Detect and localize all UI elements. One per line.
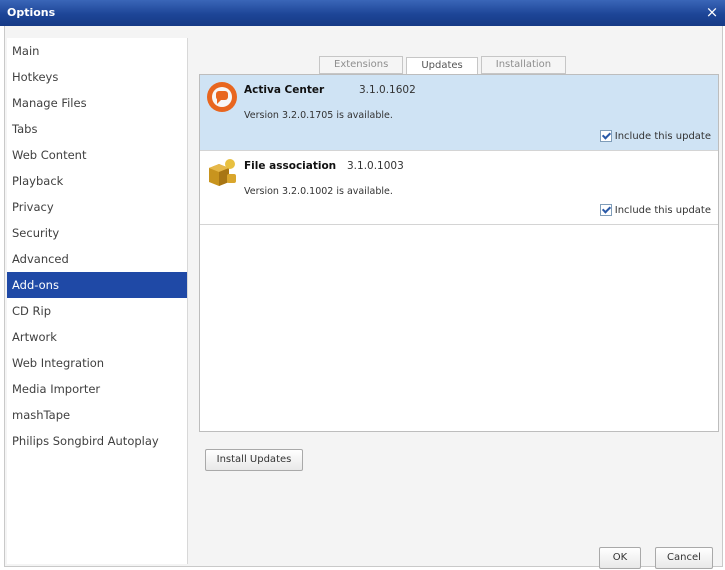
checkbox-checked-icon[interactable] — [599, 130, 612, 142]
cancel-button[interactable]: Cancel — [655, 547, 713, 569]
tab-installation[interactable]: Installation — [480, 56, 567, 74]
update-current-version: 3.1.0.1602 — [359, 84, 416, 96]
update-name: Activa Center — [244, 84, 325, 96]
sidebar-item-cd-rip[interactable]: CD Rip — [7, 298, 187, 324]
include-update-checkbox[interactable]: Include this update — [599, 130, 711, 142]
update-item-activa-center[interactable]: Activa Center 3.1.0.1602 Version 3.2.0.1… — [200, 75, 718, 151]
activa-center-icon — [205, 80, 239, 114]
sidebar-item-advanced[interactable]: Advanced — [7, 246, 187, 272]
update-current-version: 3.1.0.1003 — [347, 160, 404, 172]
file-association-icon — [205, 156, 239, 190]
tab-updates[interactable]: Updates — [406, 57, 478, 75]
include-update-checkbox[interactable]: Include this update — [599, 204, 711, 216]
sidebar-item-artwork[interactable]: Artwork — [7, 324, 187, 350]
sidebar-item-tabs[interactable]: Tabs — [7, 116, 187, 142]
sidebar-item-web-integration[interactable]: Web Integration — [7, 350, 187, 376]
checkbox-checked-icon[interactable] — [599, 204, 612, 216]
options-sidebar: Main Hotkeys Manage Files Tabs Web Conte… — [7, 38, 188, 564]
window-title: Options — [7, 6, 56, 19]
include-update-label: Include this update — [614, 204, 711, 216]
close-icon[interactable]: × — [703, 3, 721, 21]
sidebar-item-philips-songbird-autoplay[interactable]: Philips Songbird Autoplay — [7, 428, 187, 454]
sidebar-item-add-ons[interactable]: Add-ons — [7, 272, 187, 298]
sidebar-item-privacy[interactable]: Privacy — [7, 194, 187, 220]
sidebar-item-security[interactable]: Security — [7, 220, 187, 246]
addons-tabs: Extensions Updates Installation — [319, 56, 569, 75]
include-update-label: Include this update — [614, 130, 711, 142]
sidebar-item-main[interactable]: Main — [7, 38, 187, 64]
sidebar-item-mashtape[interactable]: mashTape — [7, 402, 187, 428]
tab-extensions[interactable]: Extensions — [319, 56, 404, 74]
update-item-file-association[interactable]: File association 3.1.0.1003 Version 3.2.… — [200, 151, 718, 225]
sidebar-item-web-content[interactable]: Web Content — [7, 142, 187, 168]
update-description: Version 3.2.0.1705 is available. — [244, 110, 393, 121]
sidebar-item-playback[interactable]: Playback — [7, 168, 187, 194]
title-bar: Options × — [0, 0, 725, 26]
updates-list: Activa Center 3.1.0.1602 Version 3.2.0.1… — [199, 74, 719, 432]
install-updates-button[interactable]: Install Updates — [205, 449, 303, 471]
sidebar-item-media-importer[interactable]: Media Importer — [7, 376, 187, 402]
sidebar-item-hotkeys[interactable]: Hotkeys — [7, 64, 187, 90]
update-name: File association — [244, 160, 337, 172]
update-description: Version 3.2.0.1002 is available. — [244, 186, 393, 197]
sidebar-item-manage-files[interactable]: Manage Files — [7, 90, 187, 116]
ok-button[interactable]: OK — [599, 547, 641, 569]
